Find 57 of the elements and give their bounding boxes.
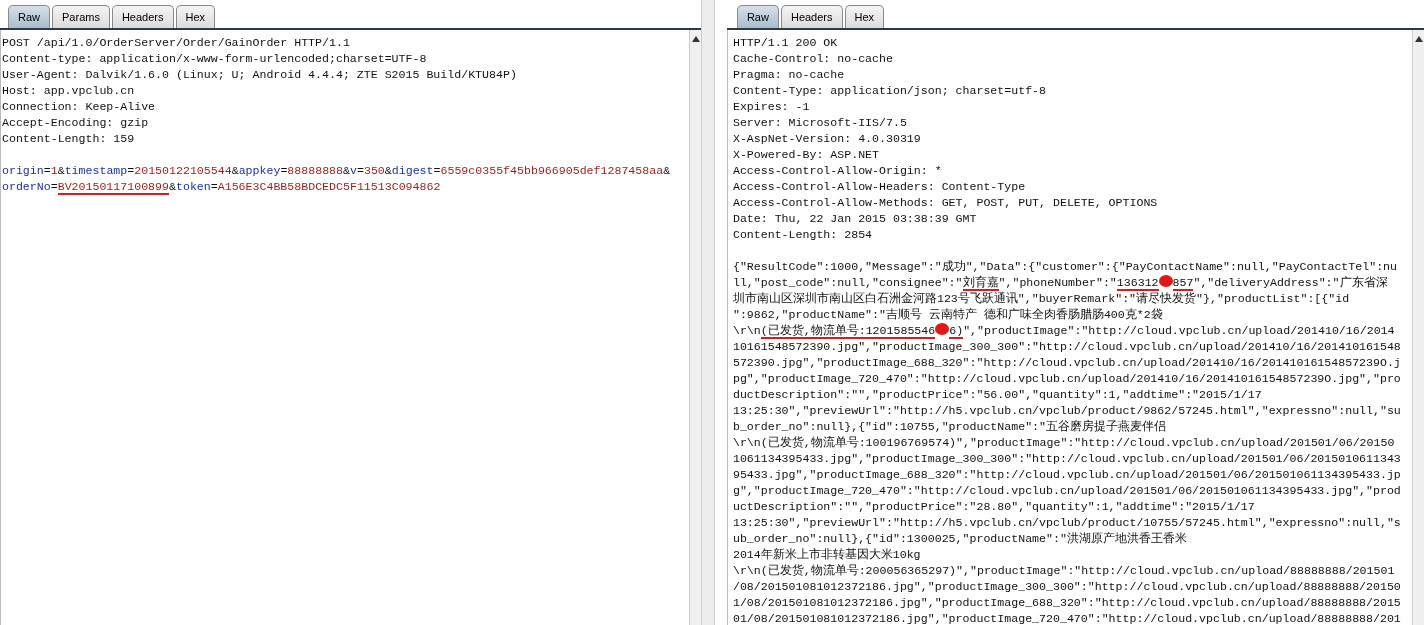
tab[interactable]: Raw (8, 5, 50, 28)
code-line: /08/201501081012372186.jpg","productImage_300_300":"http://cloud.vpclub.cn/upload/88888888/20150 (732, 579, 1401, 595)
code-line: \r\n(已发货,物流单号:100196769574)","productImage":"http://cloud.vpclub.cn/upload/201501/06/20150 (732, 435, 1395, 451)
code-line: POST /api/1.0/OrderServer/Order/GainOrder HTTP/1.1 (2, 35, 350, 51)
code-line: User-Agent: Dalvik/1.6.0 (Linux; U; Android 4.4.4; ZTE S2015 Build/KTU84P) (2, 67, 517, 83)
code-line: Access-Control-Allow-Origin: * (732, 163, 942, 179)
code-line: 95433.jpg","productImage_688_320":"http://cloud.vpclub.cn/upload/201501/06/201501061134395433.jp (732, 467, 1401, 483)
tab[interactable]: Hex (175, 5, 216, 28)
code-line: 10161548572390.jpg","productImage_300_300":"http://cloud.vpclub.cn/upload/201410/16/201410161548 (732, 339, 1401, 355)
scrollbar[interactable] (689, 30, 702, 625)
scrollbar[interactable] (1412, 30, 1424, 625)
code-line: Content-Type: application/json; charset=utf-8 (732, 83, 1046, 99)
code-line: X-AspNet-Version: 4.0.30319 (732, 131, 921, 147)
scroll-up-icon[interactable] (1414, 36, 1423, 42)
code-line: Pragma: no-cache (732, 67, 845, 83)
text-editor[interactable] (726, 30, 1424, 625)
code-line: \r\n(已发货,物流单号:1201585546 6)","productImage":"http://cloud.vpclub.cn/upload/201410/16/2014 (732, 323, 1395, 339)
code-line: Server: Microsoft-IIS/7.5 (732, 115, 907, 131)
code-line: Content-Length: 2854 (732, 227, 873, 243)
code-line: g","productImage_720_470":"http://cloud.vpclub.cn/upload/201501/06/201501061134395433.jpg","prod (732, 483, 1401, 499)
tab[interactable]: Params (52, 5, 110, 28)
code-line: {"ResultCode":1000,"Message":"成功","Data":{"customer":{"PayContactName":null,"PayContactTel":nu (732, 259, 1397, 275)
code-line: b_order_no":null},{"id":10755,"productName":"五谷磨房提子燕麦伴侣 (732, 419, 1166, 435)
code-line: Access-Control-Allow-Methods: GET, POST, PUT, DELETE, OPTIONS (732, 195, 1158, 211)
tab[interactable]: Raw (736, 5, 779, 28)
code-line: Cache-Control: no-cache (732, 51, 893, 67)
code-line: Connection: Keep-Alive (2, 99, 156, 115)
code-line: 圳市南山区深圳市南山区白石洲金河路123号飞跃通讯","buyerRemark":"请尽快发货"},"productList":[{"id (732, 291, 1350, 307)
tab[interactable]: Hex (844, 5, 885, 28)
code-line: origin=1&timestamp=20150122105544&appkey=88888888&v=350&digest=6559c0355f45bb966905def1287458aa& (2, 163, 671, 179)
tab[interactable]: Headers (111, 5, 174, 28)
code-line: 13:25:30","previewUrl":"http://h5.vpclub.cn/vpclub/product/9862/57245.html","expressno":null,"su (732, 403, 1401, 419)
code-line: Date: Thu, 22 Jan 2015 03:38:39 GMT (732, 211, 977, 227)
code-line: 1061134395433.jpg","productImage_300_300":"http://cloud.vpclub.cn/upload/201501/06/2015010611343 (732, 451, 1401, 467)
code-line: 1/08/201501081012372186.jpg","productImage_688_320":"http://cloud.vpclub.cn/upload/88888888/2015 (732, 595, 1401, 611)
code-line: ub_order_no":null},{"id":1300025,"productName":"洪湖原产地洪香王香米 (732, 531, 1187, 547)
code-line: 01/08/201501081012372186.jpg","productImage_720_470":"http://cloud.vpclub.cn/upload/88888888/201 (732, 611, 1401, 625)
code-line: Content-type: application/x-www-form-urlencoded;charset=UTF-8 (2, 51, 427, 67)
code-line: Accept-Encoding: gzip (2, 115, 149, 131)
code-line: X-Powered-By: ASP.NET (732, 147, 880, 163)
code-line: ll,"post_code":null,"consignee":"刘育嘉","phoneNumber":"136312 857","deliveryAddress":"广东省深 (732, 275, 1388, 291)
code-line: pg","productImage_720_470":"http://cloud.vpclub.cn/upload/201410/16/20141016154857239O.jpg","pro (732, 371, 1401, 387)
tab[interactable]: Headers (780, 5, 843, 28)
code-line: Expires: -1 (732, 99, 810, 115)
code-line: orderNo=BV20150117100899&token=A156E3C4BB58BDCEDC5F11513C094862 (2, 179, 441, 195)
code-line: Content-Length: 159 (2, 131, 135, 147)
code-line: ductDescription":"","productPrice":"56.00","quantity":1,"addtime":"2015/1/17 (732, 387, 1262, 403)
code-line: \r\n(已发货,物流单号:200056365297)","productImage":"http://cloud.vpclub.cn/upload/88888888/201501 (732, 563, 1395, 579)
code-line: Access-Control-Allow-Headers: Content-Type (732, 179, 1026, 195)
code-line: uctDescription":"","productPrice":"28.80","quantity":1,"addtime":"2015/1/17 (732, 499, 1255, 515)
code-line: 2014年新米上市非转基因大米10kg (732, 547, 921, 563)
scroll-up-icon[interactable] (691, 36, 700, 42)
code-line: 572390.jpg","productImage_688_320":"http://cloud.vpclub.cn/upload/201410/16/20141016154857239O.j (732, 355, 1401, 371)
code-line: 13:25:30","previewUrl":"http://h5.vpclub.cn/vpclub/product/10755/57245.html","expressno":null,"s (732, 515, 1401, 531)
code-line: ":9862,"productName":"吉顺号 云南特产 德和广味全肉香肠腊肠400克*2袋 (732, 307, 1163, 323)
code-line: Host: app.vpclub.cn (2, 83, 135, 99)
code-line: HTTP/1.1 200 OK (732, 35, 838, 51)
